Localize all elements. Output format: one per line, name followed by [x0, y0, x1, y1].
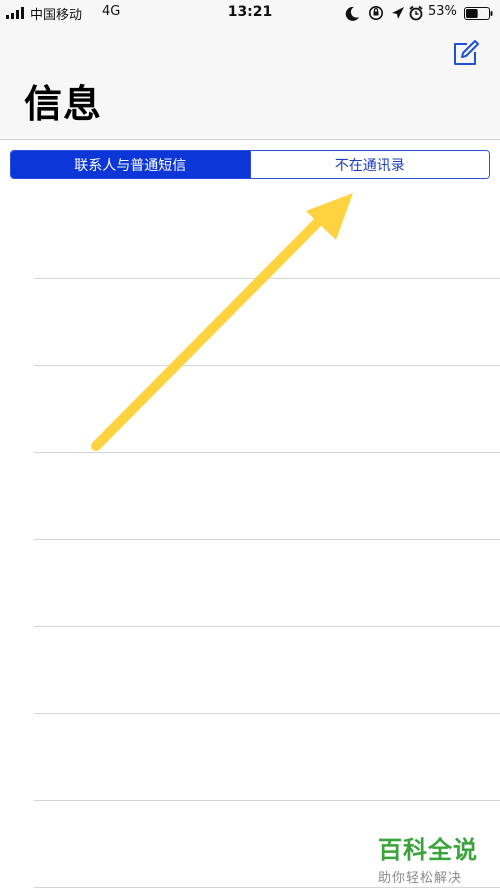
list-separator	[34, 278, 500, 279]
list-separator	[34, 713, 500, 714]
segmented-control: 联系人与普通短信 不在通讯录	[10, 150, 490, 179]
rotation-lock-icon	[368, 6, 383, 20]
page-title: 信息	[24, 82, 103, 126]
watermark-brand: 百科全说	[378, 836, 478, 864]
watermark-slogan: 助你轻松解决	[378, 871, 463, 886]
list-separator	[34, 626, 500, 627]
moon-icon	[345, 6, 359, 21]
list-separator	[34, 800, 500, 801]
segment-unknown-senders[interactable]: 不在通讯录	[249, 151, 489, 178]
status-bar: 中国移动 4G 13:21 53%	[0, 0, 500, 26]
list-separator	[34, 365, 500, 366]
message-list	[0, 179, 500, 889]
status-icons	[345, 5, 423, 21]
battery-icon	[464, 7, 493, 20]
compose-icon[interactable]	[450, 38, 480, 68]
list-separator	[34, 539, 500, 540]
watermark: 百科全说 助你轻松解决	[378, 830, 490, 886]
alarm-icon	[409, 5, 423, 21]
segment-contacts-and-sms[interactable]: 联系人与普通短信	[11, 151, 250, 178]
battery-percent: 53%	[428, 4, 457, 19]
list-separator	[34, 452, 500, 453]
list-separator	[34, 887, 500, 888]
navigation-header: 中国移动 4G 13:21 53% 信息	[0, 0, 500, 140]
location-icon	[392, 7, 404, 19]
